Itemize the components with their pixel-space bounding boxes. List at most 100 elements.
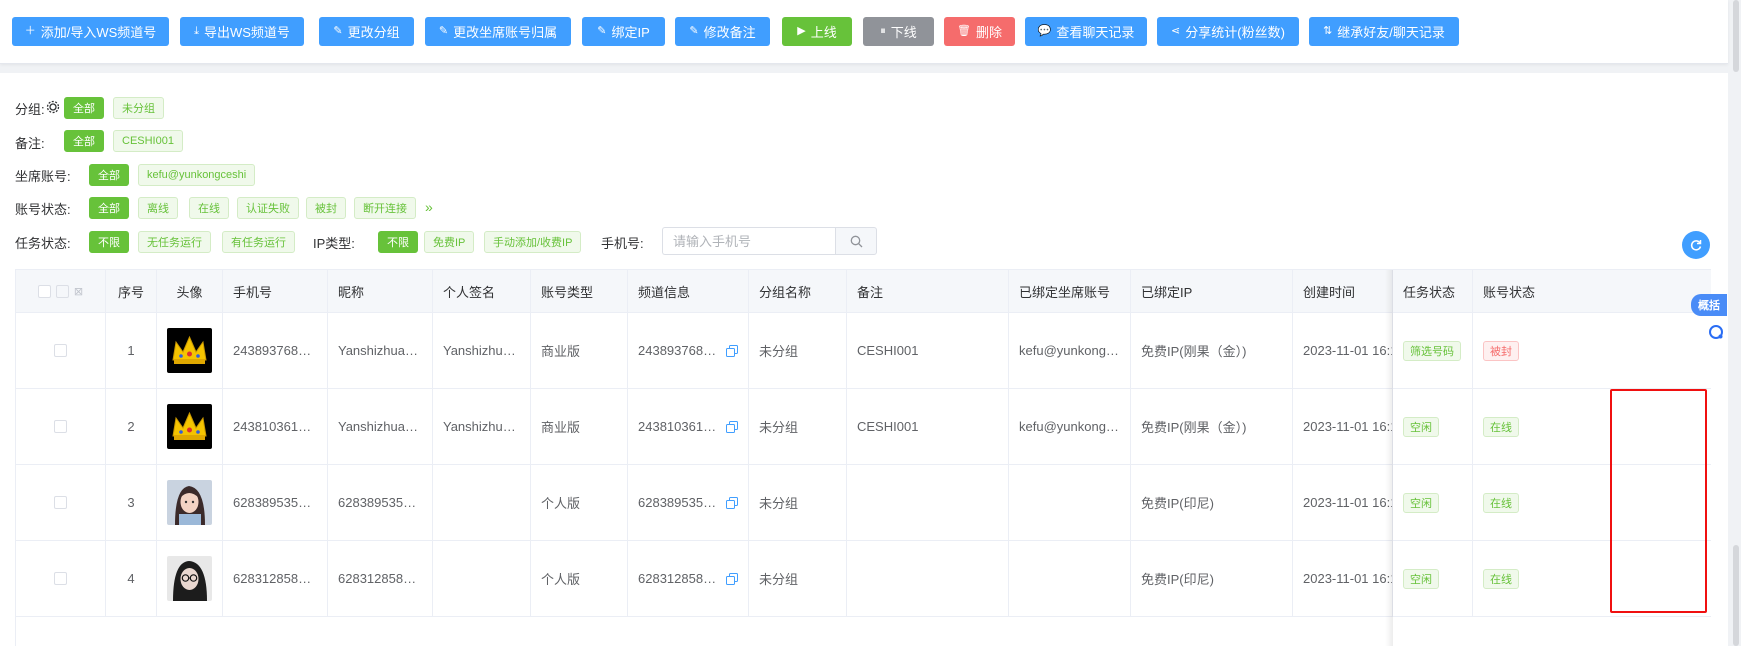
account-status-online[interactable]: 在线 — [189, 197, 229, 219]
copy-icon[interactable] — [726, 344, 738, 357]
edit-remark-button[interactable]: ✎ 修改备注 — [675, 17, 770, 46]
account-status-auth-failed[interactable]: 认证失败 — [237, 197, 299, 219]
nickname-cell: 6283895359495 — [328, 465, 433, 541]
assistant-icon[interactable] — [1706, 322, 1726, 342]
col-ip: 已绑定IP — [1131, 270, 1293, 313]
ip-type-free[interactable]: 免费IP — [424, 231, 475, 253]
delete-button[interactable]: 🗑 删除 — [944, 17, 1015, 46]
task-cell: 筛选号码 — [1393, 313, 1473, 389]
page-scrollbar[interactable] — [1731, 0, 1741, 646]
overview-widget[interactable]: 概括 — [1691, 294, 1727, 316]
row-checkbox[interactable] — [54, 496, 67, 509]
nickname-cell: 6283128586182 — [328, 541, 433, 617]
row-index: 2 — [106, 389, 157, 465]
row-checkbox[interactable] — [54, 420, 67, 433]
agent-filter-label: 坐席账号: — [15, 169, 71, 184]
task-cell: 空闲 — [1393, 541, 1473, 617]
col-signature: 个人签名 — [433, 270, 531, 313]
copy-icon[interactable] — [726, 496, 738, 509]
change-group-button[interactable]: ✎ 更改分组 — [319, 17, 414, 46]
ip-type-manual[interactable]: 手动添加/收费IP — [484, 231, 582, 253]
ip-type-any[interactable]: 不限 — [378, 231, 418, 253]
table-row[interactable] — [16, 313, 106, 389]
task-status-running[interactable]: 有任务运行 — [222, 231, 295, 253]
col-group: 分组名称 — [749, 270, 847, 313]
ip-cell: 免费IP(印尼) — [1131, 541, 1293, 617]
account-status-all[interactable]: 全部 — [89, 197, 129, 219]
avatar[interactable] — [167, 480, 212, 525]
table-row[interactable] — [16, 465, 106, 541]
online-button[interactable]: ▶ 上线 — [782, 17, 852, 46]
account-status-disconnected[interactable]: 断开连接 — [354, 197, 416, 219]
task-status-any[interactable]: 不限 — [89, 231, 129, 253]
row-checkbox[interactable] — [54, 344, 67, 357]
account-status-offline[interactable]: 离线 — [138, 197, 178, 219]
highlight-box — [1610, 389, 1707, 613]
copy-icon[interactable] — [726, 420, 738, 433]
row-index: 1 — [106, 313, 157, 389]
search-icon — [850, 235, 862, 247]
select-page-icon[interactable] — [55, 284, 69, 298]
bind-ip-button[interactable]: ✎ 绑定IP — [582, 17, 665, 46]
plus-icon: ＋ — [24, 25, 36, 37]
type-cell: 个人版 — [531, 465, 628, 541]
share-stats-button[interactable]: ⋖ 分享统计(粉丝数) — [1157, 17, 1299, 46]
phone-filter-label: 手机号: — [601, 236, 644, 251]
edit-icon: ✎ — [689, 25, 699, 37]
select-all-header[interactable]: ⊠ — [16, 270, 106, 313]
avatar[interactable] — [167, 404, 212, 449]
clear-selection-icon[interactable]: ⊠ — [74, 285, 83, 298]
col-status: 账号状态 — [1473, 270, 1711, 313]
task-cell: 空闲 — [1393, 389, 1473, 465]
channel-cell: 62831285861... — [628, 541, 749, 617]
avatar[interactable] — [167, 556, 212, 601]
phone-search-input[interactable] — [662, 227, 835, 255]
table-row[interactable] — [16, 541, 106, 617]
status-badge: 被封 — [1483, 340, 1519, 361]
group-filter-ungrouped[interactable]: 未分组 — [113, 97, 164, 119]
task-status-idle[interactable]: 无任务运行 — [138, 231, 211, 253]
signature-cell — [433, 541, 531, 617]
scrollbar-thumb[interactable] — [1733, 0, 1739, 72]
remark-filter-ceshi[interactable]: CESHI001 — [113, 130, 183, 152]
col-remark: 备注 — [847, 270, 1009, 313]
status-badge: 在线 — [1483, 492, 1519, 513]
col-channel: 频道信息 — [628, 270, 749, 313]
scrollbar-thumb-lower[interactable] — [1733, 545, 1739, 646]
phone-cell: 243810361367 — [223, 389, 328, 465]
group-filter-all[interactable]: 全部 — [64, 97, 104, 119]
remark-filter-label: 备注: — [15, 136, 45, 151]
status-badge: 在线 — [1483, 416, 1519, 437]
view-chat-button[interactable]: 💬 查看聊天记录 — [1025, 17, 1147, 46]
fixed-column-shadow — [1385, 270, 1393, 646]
inherit-button[interactable]: ⇅ 继承好友/聊天记录 — [1309, 17, 1459, 46]
refresh-button[interactable] — [1682, 231, 1710, 259]
row-checkbox[interactable] — [54, 572, 67, 585]
type-cell: 个人版 — [531, 541, 628, 617]
search-button[interactable] — [835, 227, 877, 255]
edit-icon: ✎ — [597, 25, 607, 37]
download-icon: ⤓ — [194, 25, 199, 37]
export-button[interactable]: ⤓ 导出WS频道号 — [180, 17, 304, 46]
agent-filter-kefu[interactable]: kefu@yunkongceshi — [138, 164, 256, 186]
copy-icon[interactable] — [726, 572, 738, 585]
gear-icon[interactable] — [46, 100, 60, 117]
agent-cell: kefu@yunkongce... — [1009, 313, 1131, 389]
select-all-checkbox[interactable] — [37, 284, 51, 298]
avatar[interactable] — [167, 328, 212, 373]
ip-type-label: IP类型: — [313, 236, 355, 251]
account-status-banned[interactable]: 被封 — [306, 197, 346, 219]
agent-filter-all[interactable]: 全部 — [89, 164, 129, 186]
trash-icon: 🗑 — [957, 25, 971, 37]
add-import-button[interactable]: ＋添加/导入WS频道号 — [12, 17, 169, 46]
more-icon[interactable]: » — [425, 199, 433, 215]
col-agent: 已绑定坐席账号 — [1009, 270, 1131, 313]
remark-filter-all[interactable]: 全部 — [64, 130, 104, 152]
avatar-cell — [157, 541, 223, 617]
offline-button[interactable]: ⏸ 下线 — [863, 17, 934, 46]
change-agent-button[interactable]: ✎ 更改坐席账号归属 — [425, 17, 571, 46]
agent-cell — [1009, 465, 1131, 541]
ip-cell: 免费IP(刚果（金）) — [1131, 313, 1293, 389]
signature-cell: Yanshizhuan... — [433, 389, 531, 465]
table-row[interactable] — [16, 389, 106, 465]
